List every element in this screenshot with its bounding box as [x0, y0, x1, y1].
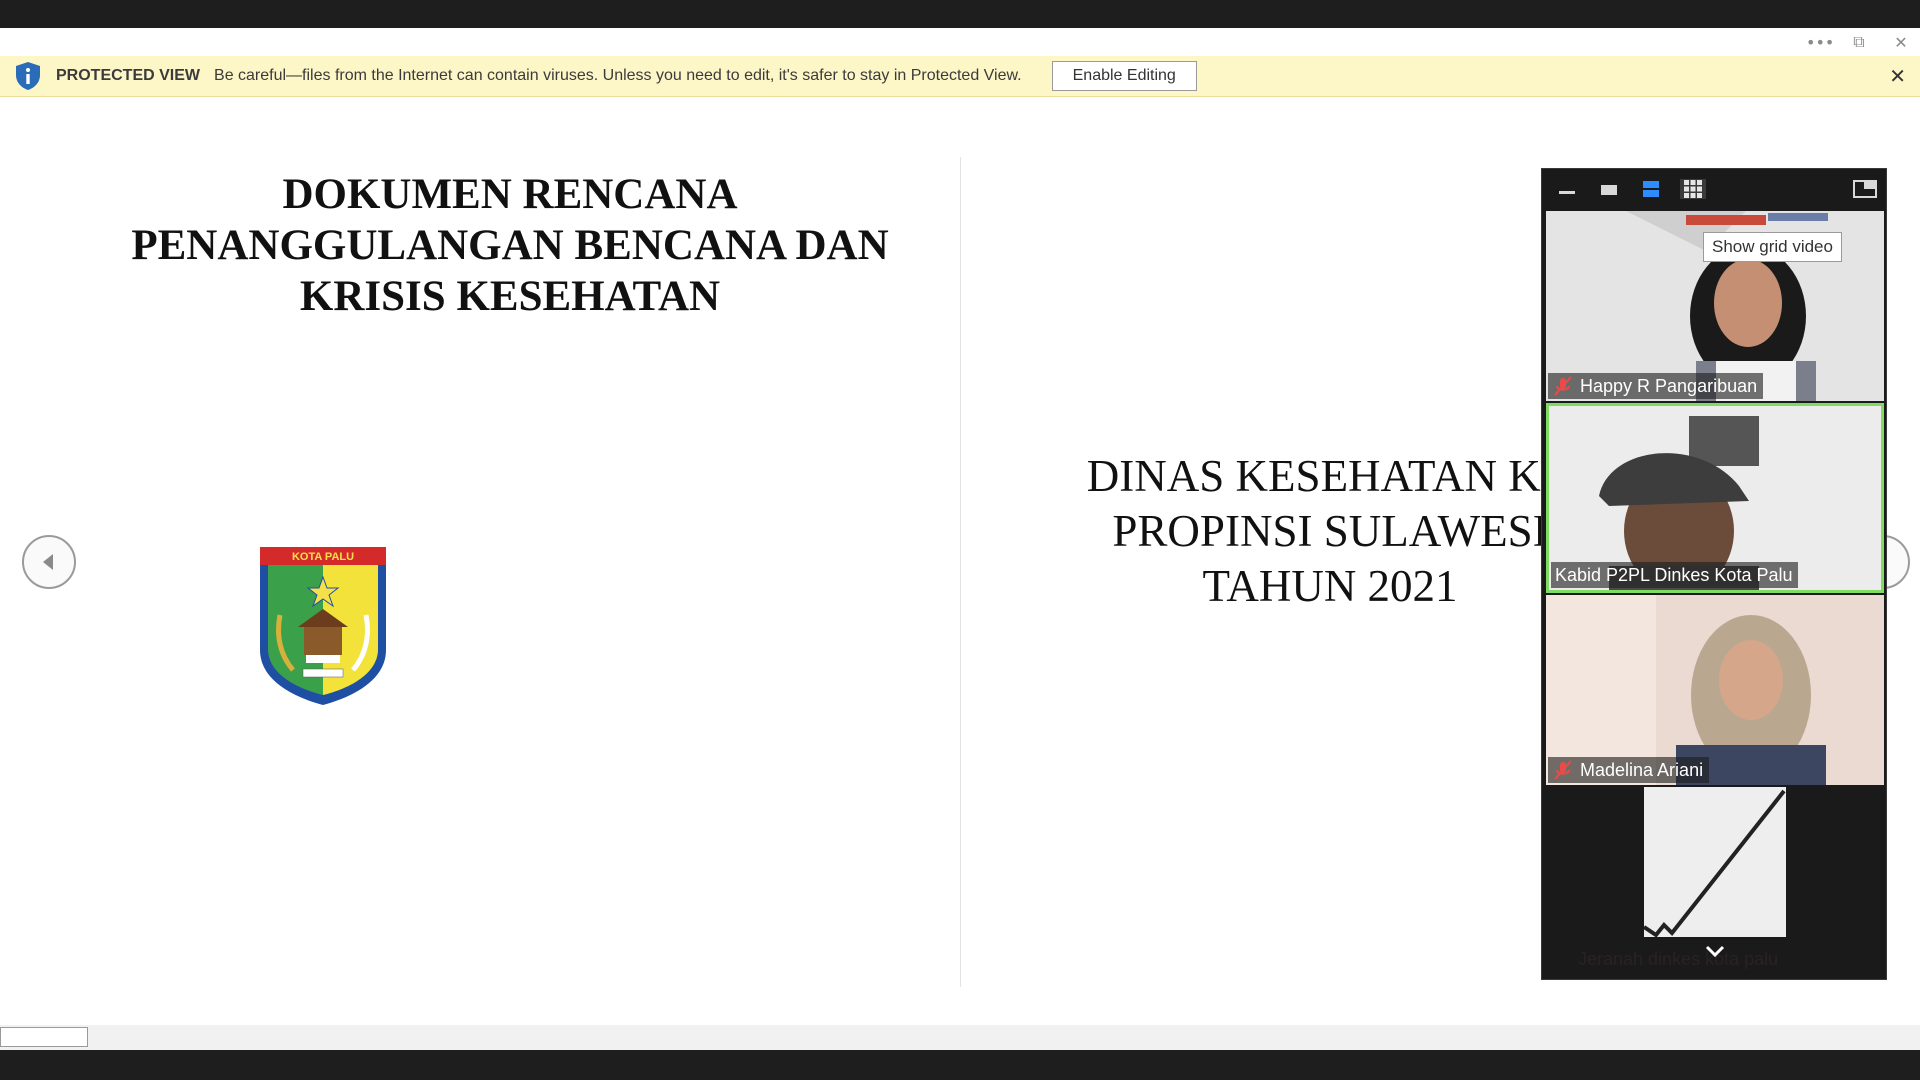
title-line: PROPINSI SULAWESI: [1112, 506, 1548, 556]
video-panel-toolbar: [1542, 169, 1888, 209]
title-line: DOKUMEN RENCANA: [282, 171, 738, 218]
more-icon[interactable]: •••: [1806, 33, 1834, 52]
participant-name-label: Kabid P2PL Dinkes Kota Palu: [1551, 562, 1799, 588]
protected-view-message: Be careful—files from the Internet can c…: [214, 67, 1022, 84]
right-page-title: DINAS KESEHATAN KO PROPINSI SULAWESI TAH…: [1040, 449, 1560, 614]
participant-name-label: Happy R Pangaribuan: [1548, 373, 1764, 399]
participant-name-partial: Jeranah dinkes kota palu: [1578, 949, 1779, 969]
title-line: DINAS KESEHATAN KO: [1086, 451, 1560, 501]
protected-view-bar: PROTECTED VIEW Be careful—files from the…: [0, 56, 1920, 97]
left-page-title: DOKUMEN RENCANA PENANGGULANGAN BENCANA D…: [60, 169, 960, 322]
muted-mic-icon: [1554, 376, 1572, 396]
chevron-down-icon[interactable]: [1702, 940, 1728, 962]
close-icon[interactable]: ✕: [1890, 33, 1912, 52]
participant-name-label: Madelina Ariani: [1548, 757, 1710, 783]
window-title-bar: ••• ⧉ ✕: [0, 28, 1920, 56]
muted-mic-icon: [1554, 760, 1572, 780]
participant-video-tile-active[interactable]: Kabid P2PL Dinkes Kota Palu: [1546, 403, 1884, 593]
close-icon[interactable]: ✕: [1889, 64, 1906, 88]
participant-name: Kabid P2PL Dinkes Kota Palu: [1555, 564, 1793, 585]
exit-panel-icon[interactable]: [1852, 179, 1878, 199]
title-line: TAHUN 2021: [1202, 561, 1458, 611]
participant-name: Madelina Ariani: [1580, 759, 1704, 780]
participant-name: Happy R Pangaribuan: [1580, 375, 1758, 396]
grid-video-tooltip: Show grid video: [1703, 232, 1842, 262]
title-line: KRISIS KESEHATAN: [299, 273, 721, 320]
fullscreen-icon[interactable]: ⧉: [1848, 32, 1870, 52]
status-field[interactable]: [0, 1027, 88, 1047]
speaker-view-icon[interactable]: [1638, 179, 1664, 199]
grid-view-icon[interactable]: [1680, 179, 1706, 199]
previous-page-button[interactable]: [22, 535, 76, 589]
status-bar: [0, 1025, 1920, 1050]
page-divider: [960, 157, 961, 987]
meeting-video-panel: Happy R Pangaribuan Show grid video Kabi…: [1541, 168, 1887, 980]
emblem-banner-text: KOTA PALU: [292, 551, 354, 563]
enable-editing-button[interactable]: Enable Editing: [1051, 61, 1197, 91]
bottom-black-bar: [0, 1050, 1920, 1080]
thumbnail-icon[interactable]: [1596, 179, 1622, 199]
title-line: PENANGGULANGAN BENCANA DAN: [131, 222, 889, 269]
top-black-bar: [0, 0, 1920, 28]
shield-info-icon: [16, 62, 40, 90]
chevron-left-icon: [43, 554, 53, 570]
protected-view-label: PROTECTED VIEW: [56, 67, 201, 84]
kota-palu-emblem: KOTA PALU: [260, 547, 386, 705]
minimize-icon[interactable]: [1554, 179, 1580, 199]
window-controls: ••• ⧉ ✕: [1806, 28, 1912, 56]
participant-video-tile[interactable]: Madelina Ariani: [1546, 595, 1884, 785]
